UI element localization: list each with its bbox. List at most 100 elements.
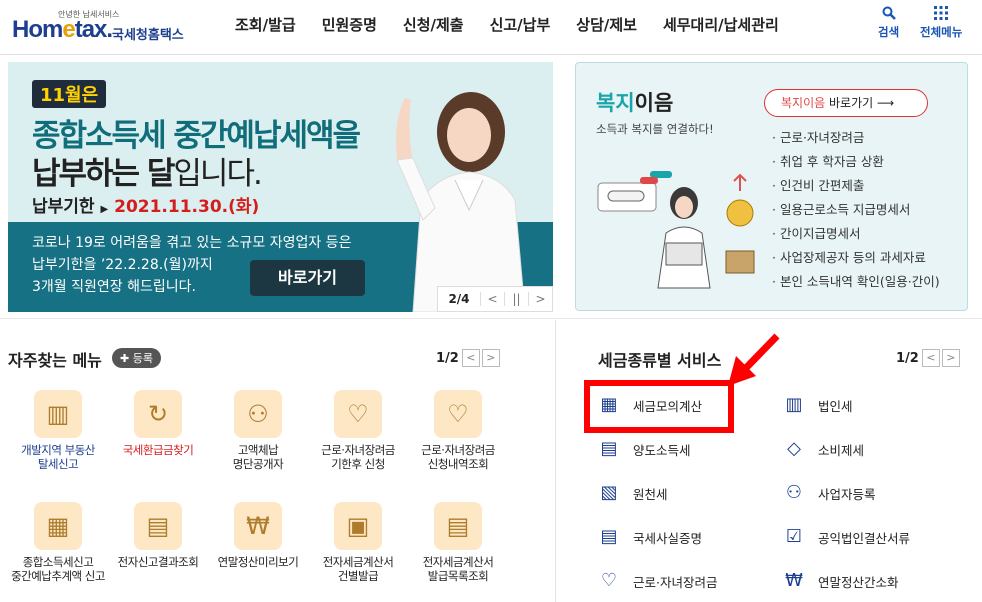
nav-item-report[interactable]: 신고/납부 [477, 14, 564, 35]
favorites-title: 자주찾는 메뉴 [8, 351, 102, 370]
withholding-tax-link[interactable]: ▧ 원천세 [597, 481, 667, 505]
model-illustration [396, 92, 526, 312]
fav-e-invoice-list[interactable]: ▤ 전자세금계산서 발급목록조회 [408, 502, 508, 583]
heart-search-icon: ♡ [434, 390, 482, 438]
full-menu-label: 전체메뉴 [920, 25, 963, 39]
taxservice-pager: 1/2 < > [896, 349, 960, 367]
nav-item-consult[interactable]: 상담/제보 [563, 14, 650, 35]
earned-income-credit-link[interactable]: ♡ 근로·자녀장려금 [597, 569, 718, 593]
main-nav: 조회/발급 민원증명 신청/제출 신고/납부 상담/제보 세무대리/납세관리 [222, 14, 792, 35]
diamond-icon: ◇ [787, 438, 801, 459]
nav-item-certificate[interactable]: 민원증명 [309, 14, 390, 35]
tax-certificate-link[interactable]: ▤ 국세사실증명 [597, 525, 702, 549]
fav-label: 연말정산미리보기 [217, 555, 299, 569]
fav-real-estate-tax-report[interactable]: ▥ 개발지역 부동산 탈세신고 [8, 390, 108, 471]
favorites-register-button[interactable]: ✚ 등록 [112, 348, 161, 368]
full-menu-button[interactable]: 전체메뉴 [920, 6, 962, 40]
building-icon: ▥ [785, 394, 803, 415]
taxservice-prev-button[interactable]: < [921, 349, 940, 367]
welfare-item[interactable]: 일용근로소득 지급명세서 [772, 198, 940, 222]
business-registration-link[interactable]: ⚇ 사업자등록 [782, 481, 876, 505]
money-bag-icon: ₩ [234, 502, 282, 550]
welfare-item[interactable]: 근로·자녀장려금 [772, 126, 940, 150]
fav-label: 국세환급금찾기 [122, 443, 194, 457]
banner-pager: 2/4 < || > [437, 286, 553, 312]
nav-item-application[interactable]: 신청/제출 [390, 14, 477, 35]
welfare-item[interactable]: 취업 후 학자금 상환 [772, 150, 940, 174]
section-divider [0, 318, 982, 319]
refund-icon: ↻ [134, 390, 182, 438]
people-icon: ⚇ [234, 390, 282, 438]
welfare-panel: 복지이음 소득과 복지를 연결하다! 복지이음 바로가기 ⟶ 근로·자녀장려금 … [575, 62, 968, 311]
transfer-doc-icon: ▤ [600, 438, 618, 459]
calculator-icon: ▣ [334, 502, 382, 550]
fav-label: 고액체납 명단공개자 [232, 443, 284, 471]
taxservice-next-button[interactable]: > [941, 349, 960, 367]
favorites-pager: 1/2 < > [436, 349, 500, 367]
list-search-icon: ▤ [434, 502, 482, 550]
welfare-list: 근로·자녀장려금 취업 후 학자금 상환 인건비 간편제출 일용근로소득 지급명… [772, 126, 940, 294]
welfare-go-button[interactable]: 복지이음 바로가기 ⟶ [764, 89, 928, 117]
logo-korean: 국세청홈택스 [112, 28, 184, 43]
document-search-icon: ▤ [134, 502, 182, 550]
banner-next-button[interactable]: > [528, 292, 552, 306]
heart-icon: ♡ [334, 390, 382, 438]
grid-icon [920, 6, 962, 24]
search-icon [878, 6, 899, 24]
fav-interim-prepayment-report[interactable]: ▦ 종합소득세신고 중간예납추계액 신고 [8, 502, 108, 583]
fav-defaulters-list[interactable]: ⚇ 고액체납 명단공개자 [208, 390, 308, 471]
main-banner[interactable]: 11월은 종합소득세 중간예납세액을 납부하는 달입니다. 납부기한 ▶ 202… [8, 62, 553, 312]
banner-go-button[interactable]: 바로가기 [250, 260, 365, 296]
banner-due: 납부기한 ▶ 2021.11.30.(화) [32, 197, 260, 217]
highlight-box [584, 380, 734, 433]
logo-brand: Hometax. [12, 16, 113, 43]
fav-year-end-preview[interactable]: ₩ 연말정산미리보기 [208, 502, 308, 570]
calendar-icon: ▦ [34, 502, 82, 550]
fav-e-report-result[interactable]: ▤ 전자신고결과조회 [108, 502, 208, 570]
fav-e-invoice-issue[interactable]: ▣ 전자세금계산서 건별발급 [308, 502, 408, 583]
banner-page-count: 2/4 [448, 292, 470, 306]
fav-label: 개발지역 부동산 탈세신고 [21, 443, 95, 471]
welfare-illustration [597, 171, 755, 289]
favorites-prev-button[interactable]: < [461, 349, 480, 367]
corporate-tax-link[interactable]: ▥ 법인세 [782, 393, 852, 417]
welfare-item[interactable]: 인건비 간편제출 [772, 174, 940, 198]
fav-refund-search[interactable]: ↻ 국세환급금찾기 [108, 390, 208, 458]
fav-label: 전자신고결과조회 [117, 555, 199, 569]
favorites-next-button[interactable]: > [481, 349, 500, 367]
hometax-logo[interactable]: 안녕한 납세서비스 Hometax. 국세청홈택스 [6, 6, 191, 48]
column-divider [555, 320, 556, 602]
fav-label: 종합소득세신고 중간예납추계액 신고 [11, 555, 105, 583]
year-end-simplified-link[interactable]: ₩ 연말정산간소화 [782, 569, 898, 593]
welfare-item[interactable]: 사업장제공자 등의 과세자료 [772, 246, 940, 270]
fav-label: 근로·자녀장려금 신청내역조회 [421, 443, 495, 471]
welfare-item[interactable]: 본인 소득내역 확인(일용·간이) [772, 270, 940, 294]
welfare-item[interactable]: 간이지급명세서 [772, 222, 940, 246]
fav-label: 전자세금계산서 발급목록조회 [422, 555, 494, 583]
capital-gains-tax-link[interactable]: ▤ 양도소득세 [597, 437, 690, 461]
welfare-subtitle: 소득과 복지를 연결하다! [596, 122, 714, 136]
money-icon: ₩ [785, 570, 803, 591]
favorites-page-count: 1/2 [436, 350, 459, 366]
site-header: 안녕한 납세서비스 Hometax. 국세청홈택스 조회/발급 민원증명 신청/… [0, 0, 982, 55]
fav-label: 전자세금계산서 건별발급 [322, 555, 394, 583]
search-label: 검색 [878, 25, 900, 39]
taxservice-title: 세금종류별 서비스 [598, 351, 722, 370]
banner-prev-button[interactable]: < [480, 292, 504, 306]
public-interest-docs-link[interactable]: ☑ 공익법인결산서류 [782, 525, 910, 549]
building-icon: ▥ [34, 390, 82, 438]
search-button[interactable]: 검색 [878, 6, 899, 40]
person-icon: ⚇ [785, 482, 803, 503]
nav-item-inquiry[interactable]: 조회/발급 [222, 14, 309, 35]
fav-earned-income-history[interactable]: ♡ 근로·자녀장려금 신청내역조회 [408, 390, 508, 471]
banner-pause-button[interactable]: || [504, 292, 528, 306]
consumption-tax-link[interactable]: ◇ 소비제세 [782, 437, 864, 461]
heart-icon: ♡ [600, 570, 618, 591]
fav-label: 근로·자녀장려금 기한후 신청 [321, 443, 395, 471]
certificate-icon: ▤ [600, 526, 618, 547]
clipboard-check-icon: ☑ [785, 526, 803, 547]
taxservice-page-count: 1/2 [896, 350, 919, 366]
banner-month-badge: 11월은 [32, 80, 107, 108]
fav-earned-income-late-apply[interactable]: ♡ 근로·자녀장려금 기한후 신청 [308, 390, 408, 471]
nav-item-agent[interactable]: 세무대리/납세관리 [650, 14, 792, 35]
